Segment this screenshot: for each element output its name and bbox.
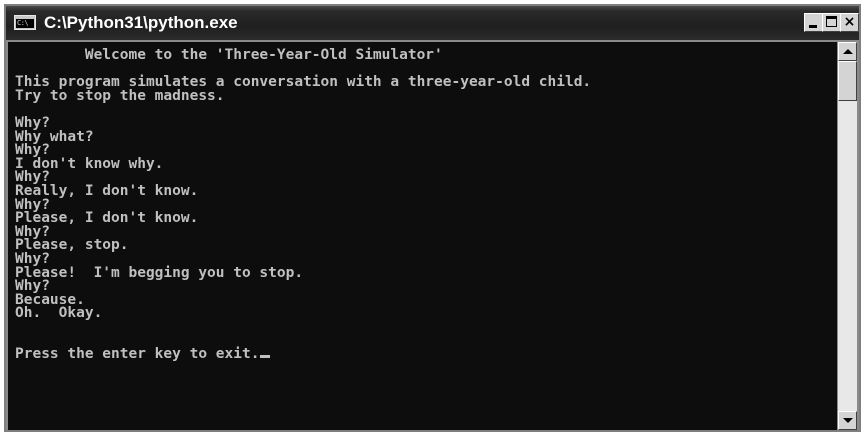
- console-text: Welcome to the 'Three-Year-Old Simulator…: [15, 47, 591, 363]
- close-button[interactable]: ×: [840, 13, 859, 32]
- vertical-scrollbar[interactable]: [838, 42, 857, 430]
- console-window: C:\ C:\Python31\python.exe × Welcome to …: [4, 4, 861, 432]
- close-icon: ×: [843, 14, 856, 30]
- console-line: Oh. Okay.: [15, 305, 103, 322]
- console-output[interactable]: Welcome to the 'Three-Year-Old Simulator…: [8, 42, 837, 430]
- text-cursor: [260, 355, 271, 359]
- window-title: C:\Python31\python.exe: [44, 13, 238, 32]
- title-bar[interactable]: C:\ C:\Python31\python.exe ×: [6, 6, 859, 40]
- maximize-button[interactable]: [822, 13, 841, 32]
- console-line: Try to stop the madness.: [15, 87, 225, 104]
- arrow-up-icon: [843, 49, 853, 54]
- arrow-down-icon: [843, 418, 853, 423]
- console-line: Welcome to the 'Three-Year-Old Simulator…: [15, 47, 443, 63]
- scroll-thumb[interactable]: [838, 61, 857, 101]
- console-line: Please! I'm begging you to stop.: [15, 264, 304, 281]
- minimize-icon: [809, 25, 817, 28]
- scroll-up-button[interactable]: [838, 42, 857, 61]
- maximize-icon: [826, 16, 837, 27]
- console-prompt-line: Press the enter key to exit.: [15, 346, 260, 363]
- console-icon[interactable]: C:\: [14, 15, 36, 30]
- minimize-button[interactable]: [804, 13, 823, 32]
- scroll-down-button[interactable]: [838, 411, 857, 430]
- console-icon-label: C:\: [16, 19, 34, 28]
